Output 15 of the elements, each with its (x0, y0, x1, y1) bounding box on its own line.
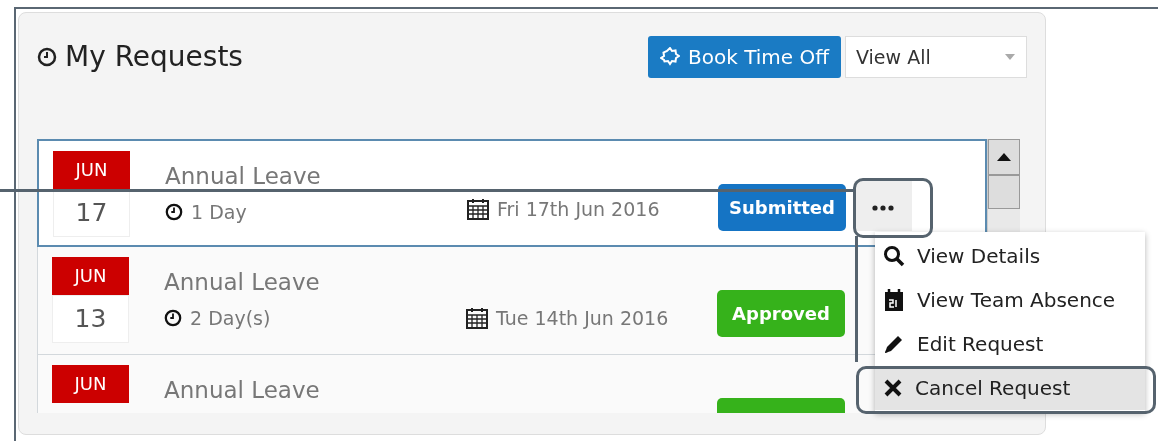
panel-title: My Requests (65, 39, 243, 75)
duration-text: 2 Day(s) (190, 305, 271, 331)
day-number: 17 (53, 189, 130, 237)
status-badge: Submitted (718, 184, 846, 231)
date-text: Tue 14th Jun 2016 (496, 305, 669, 331)
duration-text: 1 Day (191, 199, 247, 225)
request-type: Annual Leave (164, 376, 321, 405)
request-type: Annual Leave (164, 268, 321, 297)
month-label: JUN (52, 365, 129, 403)
month-label: JUN (52, 257, 129, 295)
date-text: Fri 17th Jun 2016 (497, 196, 660, 222)
status-badge: Approved (717, 290, 845, 337)
request-type: Annual Leave (165, 162, 322, 191)
day-number: 13 (52, 295, 129, 343)
month-label: JUN (53, 151, 130, 189)
